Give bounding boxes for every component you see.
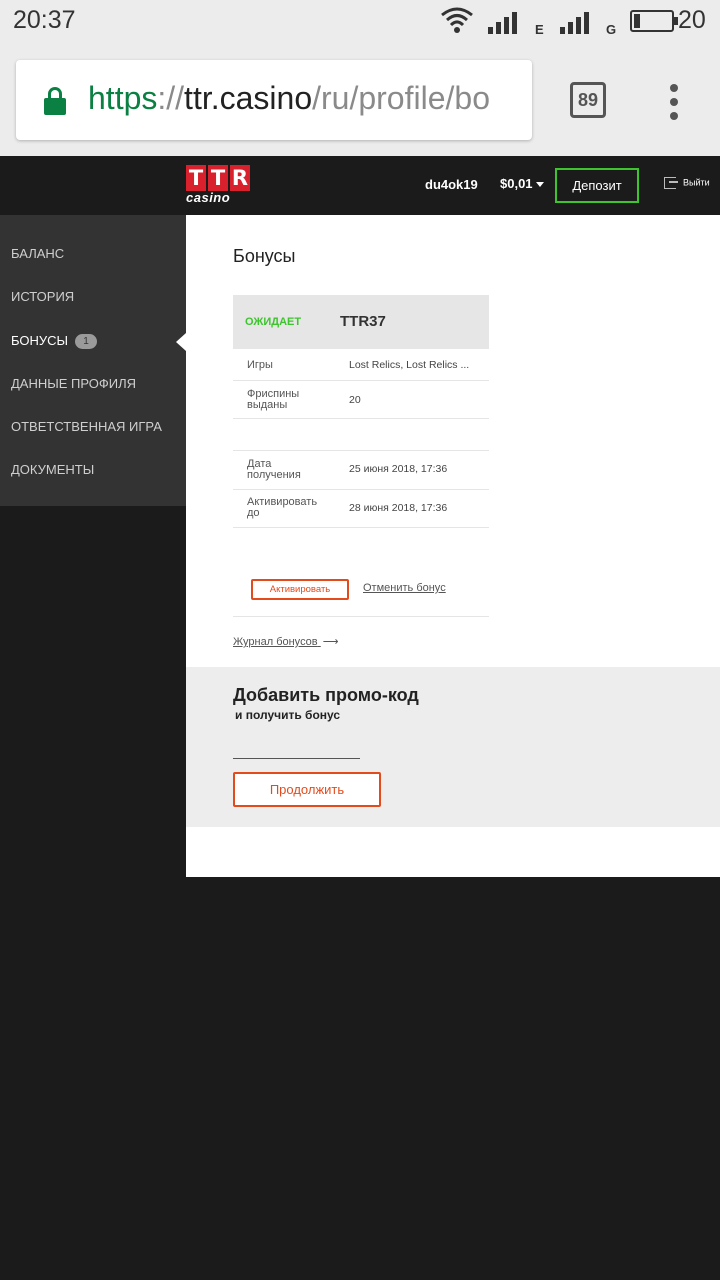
signal-icon [560, 12, 589, 34]
address-bar[interactable]: https://ttr.casino/ru/profile/bo [16, 60, 532, 140]
promo-subtitle: и получить бонус [235, 708, 341, 722]
bonus-row-games: Игры Lost Relics, Lost Relics ... [233, 349, 489, 381]
overflow-menu-icon[interactable] [668, 84, 680, 120]
bonus-status: ОЖИДАЕТ [245, 316, 302, 328]
arrow-right-icon: ⟶ [322, 636, 339, 648]
activate-bonus-button[interactable]: Активировать [251, 579, 349, 600]
sidebar-item-profile-data[interactable]: ДАННЫЕ ПРОФИЛЯ [0, 362, 186, 405]
bonus-card-header: ОЖИДАЕТ TTR37 [233, 295, 489, 349]
username[interactable]: du4ok19 [425, 177, 478, 192]
network-type-1: E [535, 22, 544, 37]
main-content: Бонусы ОЖИДАЕТ TTR37 Игры Lost Relics, L… [186, 215, 720, 877]
bonus-actions: Активировать Отменить бонус [233, 567, 489, 617]
deposit-button[interactable]: Депозит [555, 168, 639, 203]
url-text[interactable]: https://ttr.casino/ru/profile/bo [88, 80, 490, 117]
promo-code-input[interactable] [233, 739, 360, 759]
sidebar-item-documents[interactable]: ДОКУМЕНТЫ [0, 448, 186, 491]
sidebar-item-balance[interactable]: БАЛАНС [0, 232, 186, 275]
page-title: Бонусы [233, 246, 296, 266]
wifi-icon [441, 7, 473, 33]
ttr-casino-logo[interactable]: T T R casino [186, 165, 250, 205]
tab-switcher-button[interactable]: 89 [570, 82, 606, 118]
battery-icon [630, 10, 678, 32]
promo-code-section: Добавить промо-код и получить бонус Прод… [186, 667, 720, 827]
caret-down-icon [535, 182, 544, 188]
network-type-2: G [606, 22, 617, 37]
status-time: 20:37 [13, 6, 76, 34]
lock-icon [44, 87, 66, 115]
logout-button[interactable]: Выйти [664, 177, 710, 189]
active-pointer [176, 332, 186, 351]
bonus-row-freespins: Фриспины выданы 20 [233, 381, 489, 419]
battery-level: 20 [678, 6, 706, 34]
bonus-card: ОЖИДАЕТ TTR37 Игры Lost Relics, Lost Rel… [233, 295, 489, 528]
site-header: T T R casino du4ok19 $0,01 Депозит Выйти [0, 156, 720, 215]
profile-sidebar: БАЛАНС ИСТОРИЯ БОНУСЫ 1 ДАННЫЕ ПРОФИЛЯ ОТ… [0, 215, 186, 506]
bonus-journal-link[interactable]: Журнал бонусов ⟶ [233, 635, 339, 648]
sidebar-item-responsible-gaming[interactable]: ОТВЕТСТВЕННАЯ ИГРА [0, 405, 186, 448]
promo-title: Добавить промо-код [233, 685, 419, 705]
bonus-row-spacer [233, 419, 489, 451]
balance-dropdown[interactable]: $0,01 [500, 176, 544, 191]
browser-toolbar: https://ttr.casino/ru/profile/bo 89 [0, 44, 720, 156]
bonus-count-badge: 1 [75, 333, 98, 349]
bonus-code: TTR37 [340, 313, 386, 330]
sidebar-item-bonuses[interactable]: БОНУСЫ 1 [0, 319, 186, 362]
bonus-row-received: Дата получения 25 июня 2018, 17:36 [233, 451, 489, 490]
bonus-row-activate-until: Активировать до 28 июня 2018, 17:36 [233, 490, 489, 528]
sidebar-item-history[interactable]: ИСТОРИЯ [0, 275, 186, 318]
cancel-bonus-link[interactable]: Отменить бонус [363, 582, 446, 594]
status-bar: 20:37 E G 20 [0, 0, 720, 44]
continue-button[interactable]: Продолжить [233, 772, 381, 807]
logout-icon [664, 177, 678, 189]
signal-icon [488, 12, 517, 34]
